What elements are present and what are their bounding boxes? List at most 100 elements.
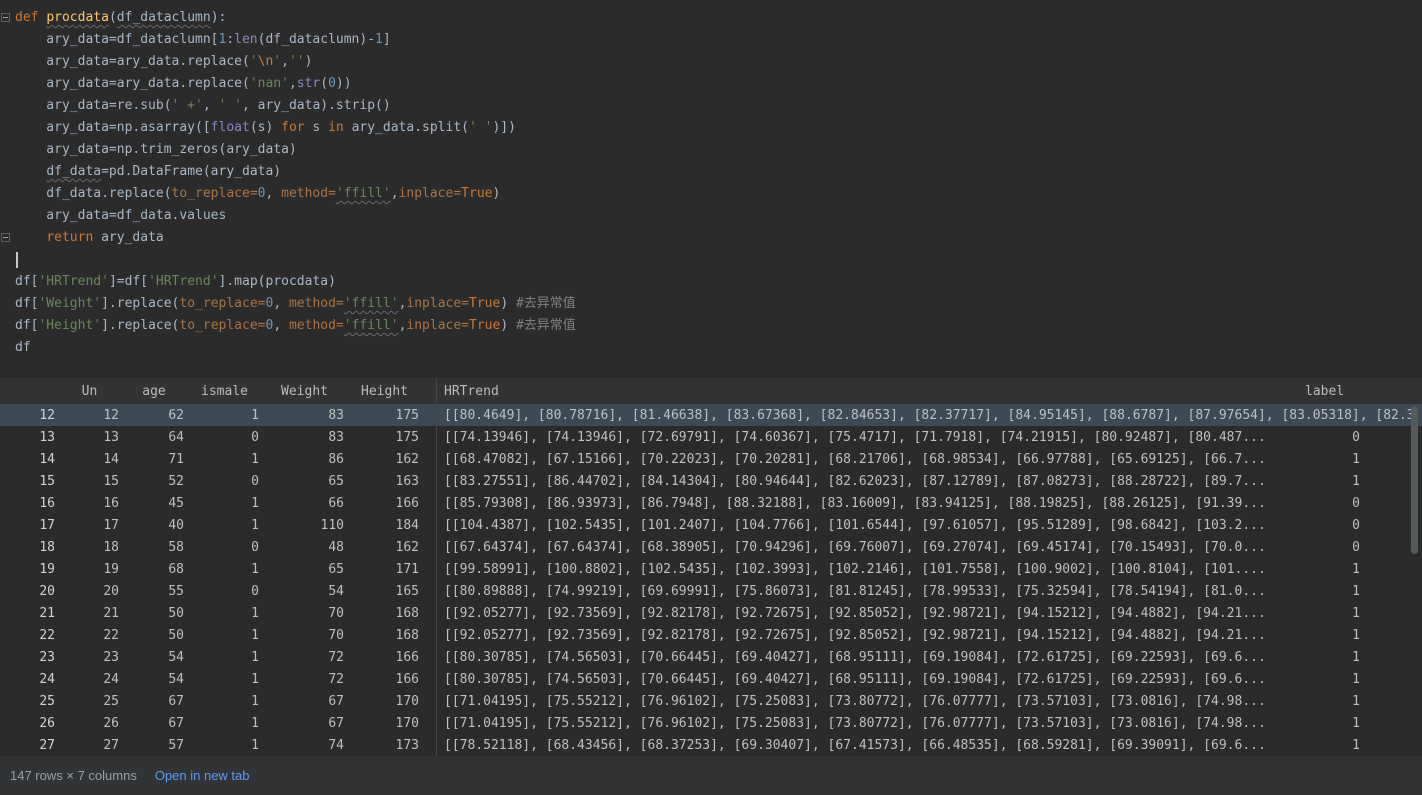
cell-height[interactable]: 175 bbox=[350, 404, 437, 426]
cell-height[interactable]: 163 bbox=[350, 470, 437, 492]
cell-index[interactable]: 22 bbox=[0, 624, 60, 646]
cell-age[interactable]: 67 bbox=[124, 690, 190, 712]
cell-un[interactable]: 18 bbox=[60, 536, 124, 558]
cell-un[interactable]: 17 bbox=[60, 514, 124, 536]
column-header-index[interactable] bbox=[0, 378, 60, 404]
cell-un[interactable]: 15 bbox=[60, 470, 124, 492]
column-header-ismale[interactable]: ismale bbox=[190, 378, 265, 404]
cell-weight[interactable]: 67 bbox=[265, 690, 350, 712]
table-row[interactable]: 161645166166[[85.79308], [86.93973], [86… bbox=[0, 492, 1422, 514]
code-line[interactable]: ary_data=ary_data.replace('\n','') bbox=[15, 51, 1422, 73]
code-line[interactable]: df['HRTrend']=df['HRTrend'].map(procdata… bbox=[15, 271, 1422, 293]
fold-marker-icon[interactable] bbox=[1, 233, 10, 242]
code-line[interactable]: ary_data=np.asarray([float(s) for s in a… bbox=[15, 117, 1422, 139]
cell-height[interactable]: 166 bbox=[350, 646, 437, 668]
cell-ismale[interactable]: 1 bbox=[190, 558, 265, 580]
code-line[interactable]: df_data=pd.DataFrame(ary_data) bbox=[15, 161, 1422, 183]
cell-un[interactable]: 26 bbox=[60, 712, 124, 734]
cell-weight[interactable]: 48 bbox=[265, 536, 350, 558]
code-line[interactable]: ary_data=re.sub(' +', ' ', ary_data).str… bbox=[15, 95, 1422, 117]
cell-label[interactable]: 1 bbox=[1297, 646, 1405, 668]
cell-un[interactable]: 23 bbox=[60, 646, 124, 668]
column-header-hrtrend[interactable]: HRTrend bbox=[437, 378, 1297, 404]
cell-label[interactable]: 1 bbox=[1297, 690, 1405, 712]
cell-age[interactable]: 54 bbox=[124, 668, 190, 690]
cell-index[interactable]: 27 bbox=[0, 734, 60, 756]
code-line[interactable]: df_data.replace(to_replace=0, method='ff… bbox=[15, 183, 1422, 205]
fold-marker-icon[interactable] bbox=[1, 13, 10, 22]
editor-gutter[interactable] bbox=[0, 0, 13, 378]
cell-height[interactable]: 168 bbox=[350, 624, 437, 646]
cell-height[interactable]: 162 bbox=[350, 448, 437, 470]
cell-age[interactable]: 55 bbox=[124, 580, 190, 602]
cell-hrtrend[interactable]: [[80.30785], [74.56503], [70.66445], [69… bbox=[437, 646, 1297, 668]
cell-weight[interactable]: 65 bbox=[265, 558, 350, 580]
cell-height[interactable]: 170 bbox=[350, 712, 437, 734]
cell-hrtrend[interactable]: [[83.27551], [86.44702], [84.14304], [80… bbox=[437, 470, 1297, 492]
cell-weight[interactable]: 67 bbox=[265, 712, 350, 734]
cell-ismale[interactable]: 0 bbox=[190, 580, 265, 602]
code-line[interactable]: ary_data=np.trim_zeros(ary_data) bbox=[15, 139, 1422, 161]
cell-ismale[interactable]: 1 bbox=[190, 712, 265, 734]
cell-un[interactable]: 27 bbox=[60, 734, 124, 756]
cell-ismale[interactable]: 1 bbox=[190, 734, 265, 756]
code-line[interactable]: df['Weight'].replace(to_replace=0, metho… bbox=[15, 293, 1422, 315]
cell-weight[interactable]: 110 bbox=[265, 514, 350, 536]
cell-hrtrend[interactable]: [[92.05277], [92.73569], [92.82178], [92… bbox=[437, 624, 1297, 646]
cell-age[interactable]: 50 bbox=[124, 602, 190, 624]
cell-label[interactable]: 0 bbox=[1297, 426, 1405, 448]
cell-un[interactable]: 12 bbox=[60, 404, 124, 426]
cell-label[interactable]: 1 bbox=[1297, 558, 1405, 580]
cell-index[interactable]: 17 bbox=[0, 514, 60, 536]
cell-age[interactable]: 62 bbox=[124, 404, 190, 426]
code-line[interactable] bbox=[15, 249, 1422, 271]
cell-label[interactable]: 1 bbox=[1297, 580, 1405, 602]
cell-age[interactable]: 40 bbox=[124, 514, 190, 536]
table-row[interactable]: 252567167170[[71.04195], [75.55212], [76… bbox=[0, 690, 1422, 712]
code-line[interactable]: ary_data=ary_data.replace('nan',str(0)) bbox=[15, 73, 1422, 95]
cell-index[interactable]: 14 bbox=[0, 448, 60, 470]
cell-index[interactable]: 13 bbox=[0, 426, 60, 448]
cell-hrtrend[interactable]: [[68.47082], [67.15166], [70.22023], [70… bbox=[437, 448, 1297, 470]
cell-height[interactable]: 165 bbox=[350, 580, 437, 602]
code-line[interactable]: def procdata(df_dataclumn): bbox=[15, 7, 1422, 29]
cell-index[interactable]: 19 bbox=[0, 558, 60, 580]
cell-age[interactable]: 64 bbox=[124, 426, 190, 448]
cell-age[interactable]: 71 bbox=[124, 448, 190, 470]
cell-age[interactable]: 58 bbox=[124, 536, 190, 558]
table-row[interactable]: 202055054165[[80.89888], [74.99219], [69… bbox=[0, 580, 1422, 602]
cell-index[interactable]: 23 bbox=[0, 646, 60, 668]
cell-un[interactable]: 20 bbox=[60, 580, 124, 602]
cell-ismale[interactable]: 1 bbox=[190, 492, 265, 514]
cell-un[interactable]: 14 bbox=[60, 448, 124, 470]
cell-height[interactable]: 171 bbox=[350, 558, 437, 580]
cell-label[interactable]: 0 bbox=[1297, 536, 1405, 558]
table-row[interactable]: 1717401110184[[104.4387], [102.5435], [1… bbox=[0, 514, 1422, 536]
cell-weight[interactable]: 83 bbox=[265, 404, 350, 426]
vertical-scrollbar[interactable] bbox=[1409, 406, 1420, 754]
cell-height[interactable]: 170 bbox=[350, 690, 437, 712]
column-header-age[interactable]: age bbox=[124, 378, 190, 404]
cell-height[interactable]: 166 bbox=[350, 492, 437, 514]
cell-label[interactable] bbox=[1297, 404, 1405, 426]
cell-index[interactable]: 26 bbox=[0, 712, 60, 734]
cell-un[interactable]: 25 bbox=[60, 690, 124, 712]
cell-age[interactable]: 52 bbox=[124, 470, 190, 492]
cell-hrtrend[interactable]: [[67.64374], [67.64374], [68.38905], [70… bbox=[437, 536, 1297, 558]
column-header-label[interactable]: label bbox=[1297, 378, 1405, 404]
column-header-height[interactable]: Height bbox=[350, 378, 437, 404]
cell-weight[interactable]: 70 bbox=[265, 602, 350, 624]
code-line[interactable]: return ary_data bbox=[15, 227, 1422, 249]
cell-weight[interactable]: 72 bbox=[265, 646, 350, 668]
cell-height[interactable]: 173 bbox=[350, 734, 437, 756]
cell-hrtrend[interactable]: [[85.79308], [86.93973], [86.7948], [88.… bbox=[437, 492, 1297, 514]
cell-age[interactable]: 45 bbox=[124, 492, 190, 514]
cell-ismale[interactable]: 0 bbox=[190, 536, 265, 558]
cell-ismale[interactable]: 1 bbox=[190, 514, 265, 536]
cell-un[interactable]: 13 bbox=[60, 426, 124, 448]
cell-hrtrend[interactable]: [[71.04195], [75.55212], [76.96102], [75… bbox=[437, 712, 1297, 734]
cell-ismale[interactable]: 1 bbox=[190, 602, 265, 624]
column-header-un[interactable]: Un bbox=[60, 378, 124, 404]
cell-ismale[interactable]: 1 bbox=[190, 690, 265, 712]
cell-hrtrend[interactable]: [[74.13946], [74.13946], [72.69791], [74… bbox=[437, 426, 1297, 448]
